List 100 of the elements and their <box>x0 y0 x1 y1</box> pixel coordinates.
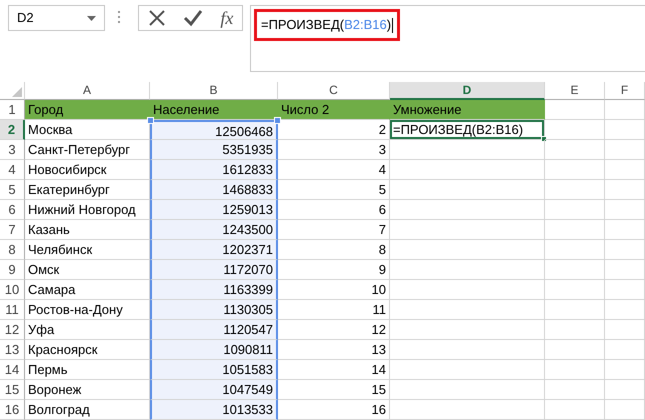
empty-cell[interactable] <box>390 380 545 400</box>
empty-cell[interactable] <box>390 300 545 320</box>
row-header[interactable]: 11 <box>0 300 25 320</box>
row-header[interactable]: 3 <box>0 140 25 160</box>
insert-function-button[interactable]: fx <box>220 9 234 27</box>
empty-cell[interactable] <box>545 300 605 320</box>
row-header[interactable]: 8 <box>0 240 25 260</box>
table-cell: 14 <box>278 360 390 380</box>
empty-cell[interactable] <box>605 200 645 220</box>
empty-cell[interactable] <box>545 320 605 340</box>
empty-cell[interactable] <box>605 100 645 120</box>
header-cell: Умножение <box>390 100 545 120</box>
table-cell: 1468833 <box>150 180 278 200</box>
empty-cell[interactable] <box>390 200 545 220</box>
empty-cell[interactable] <box>545 180 605 200</box>
dropdown-caret-icon[interactable] <box>87 16 96 20</box>
empty-cell[interactable] <box>390 160 545 180</box>
empty-cell[interactable] <box>545 160 605 180</box>
empty-cell[interactable] <box>605 380 645 400</box>
empty-cell[interactable] <box>390 260 545 280</box>
empty-cell[interactable] <box>605 400 645 420</box>
name-box[interactable]: D2 <box>8 5 105 31</box>
column-header[interactable]: A <box>25 82 150 100</box>
empty-cell[interactable] <box>605 220 645 240</box>
row-header[interactable]: 2 <box>0 120 25 140</box>
empty-cell[interactable] <box>390 280 545 300</box>
empty-cell[interactable] <box>390 360 545 380</box>
empty-cell[interactable] <box>545 260 605 280</box>
row-header[interactable]: 15 <box>0 380 25 400</box>
row-header[interactable]: 16 <box>0 400 25 420</box>
empty-cell[interactable] <box>605 240 645 260</box>
header-cell: Число 2 <box>278 100 390 120</box>
empty-cell[interactable] <box>390 400 545 420</box>
empty-cell[interactable] <box>545 240 605 260</box>
table-cell: 5 <box>278 180 390 200</box>
empty-cell[interactable] <box>390 320 545 340</box>
empty-cell[interactable] <box>390 240 545 260</box>
check-icon[interactable] <box>182 9 203 27</box>
empty-cell[interactable] <box>605 160 645 180</box>
column-header[interactable]: D <box>390 82 545 100</box>
table-cell: 1047549 <box>150 380 278 400</box>
select-all-icon[interactable] <box>12 87 22 97</box>
table-cell: 1090811 <box>150 340 278 360</box>
column-header[interactable]: C <box>278 82 390 100</box>
row-header[interactable]: 6 <box>0 200 25 220</box>
row-header[interactable]: 12 <box>0 320 25 340</box>
table-cell: 1120547 <box>150 320 278 340</box>
empty-cell[interactable] <box>545 200 605 220</box>
table-cell: 10 <box>278 280 390 300</box>
table-cell: 7 <box>278 220 390 240</box>
empty-cell[interactable] <box>545 220 605 240</box>
empty-cell[interactable] <box>605 260 645 280</box>
empty-cell[interactable] <box>545 400 605 420</box>
header-cell: Город <box>25 100 150 120</box>
table-cell: 12 <box>278 320 390 340</box>
empty-cell[interactable] <box>545 280 605 300</box>
row-header[interactable]: 10 <box>0 280 25 300</box>
column-header[interactable]: B <box>150 82 278 100</box>
table-cell: 1243500 <box>150 220 278 240</box>
empty-cell[interactable] <box>390 140 545 160</box>
row-header[interactable]: 9 <box>0 260 25 280</box>
table-cell: 1259013 <box>150 200 278 220</box>
formula-text: =ПРОИЗВЕД(B2:B16) <box>254 9 400 40</box>
empty-cell[interactable] <box>545 140 605 160</box>
table-cell: 5351935 <box>150 140 278 160</box>
table-cell: 1013533 <box>150 400 278 420</box>
table-cell: 8 <box>278 240 390 260</box>
empty-cell[interactable] <box>605 360 645 380</box>
row-header[interactable]: 14 <box>0 360 25 380</box>
empty-cell[interactable] <box>390 340 545 360</box>
empty-cell[interactable] <box>605 280 645 300</box>
formula-input[interactable]: =ПРОИЗВЕД(B2:B16) <box>250 5 645 72</box>
column-header[interactable]: F <box>605 82 645 100</box>
table-cell: 13 <box>278 340 390 360</box>
empty-cell[interactable] <box>545 360 605 380</box>
range-handle[interactable] <box>274 117 281 124</box>
empty-cell[interactable] <box>390 220 545 240</box>
column-header[interactable]: E <box>545 82 605 100</box>
empty-cell[interactable] <box>605 140 645 160</box>
row-header[interactable]: 13 <box>0 340 25 360</box>
cancel-icon[interactable] <box>148 9 166 27</box>
empty-cell[interactable] <box>605 180 645 200</box>
empty-cell[interactable] <box>605 300 645 320</box>
empty-cell[interactable] <box>545 120 605 140</box>
empty-cell[interactable] <box>605 120 645 140</box>
row-header[interactable]: 7 <box>0 220 25 240</box>
empty-cell[interactable] <box>390 180 545 200</box>
empty-cell[interactable] <box>605 320 645 340</box>
table-cell: 15 <box>278 380 390 400</box>
range-handle[interactable] <box>147 117 154 124</box>
active-cell[interactable]: =ПРОИЗВЕД(B2:B16) <box>390 120 545 140</box>
table-cell: 16 <box>278 400 390 420</box>
table-cell: 1172070 <box>150 260 278 280</box>
empty-cell[interactable] <box>545 380 605 400</box>
row-header[interactable]: 5 <box>0 180 25 200</box>
empty-cell[interactable] <box>545 340 605 360</box>
table-cell: 3 <box>278 140 390 160</box>
table-cell: 2 <box>278 120 390 140</box>
row-header[interactable]: 4 <box>0 160 25 180</box>
empty-cell[interactable] <box>605 340 645 360</box>
